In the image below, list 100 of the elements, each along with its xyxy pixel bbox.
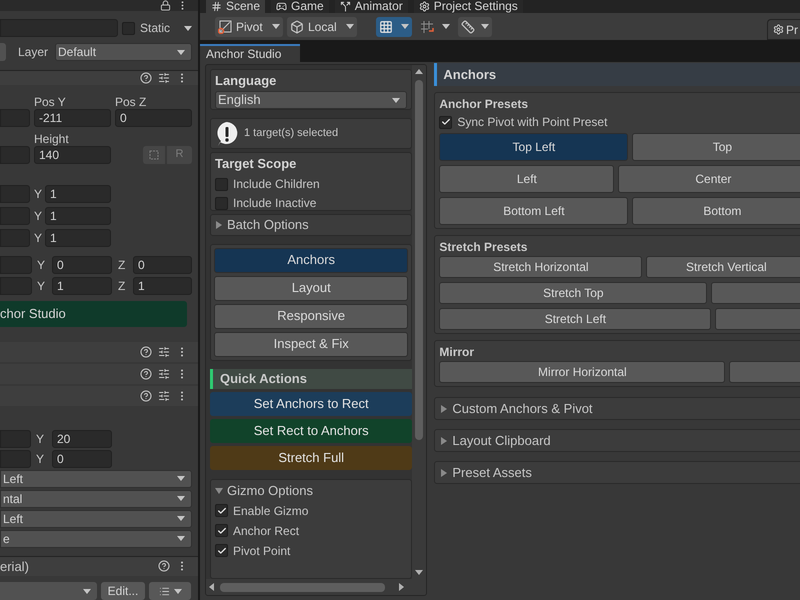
dropdown[interactable]: Left xyxy=(0,470,192,488)
batch-options-foldout[interactable]: Batch Options xyxy=(210,214,412,236)
number-field[interactable]: 0 xyxy=(115,108,192,126)
dropdown[interactable]: e xyxy=(0,530,192,548)
component-title: erial) xyxy=(0,558,29,576)
number-field[interactable]: 1 xyxy=(45,228,111,246)
pivot-icon xyxy=(218,20,232,34)
foldout-arrow-icon[interactable] xyxy=(440,468,448,476)
scroll-down-icon[interactable] xyxy=(415,570,424,575)
preset-button[interactable]: Bottom xyxy=(632,197,800,225)
axis-label: Y xyxy=(34,208,44,224)
foldout-header[interactable]: Layout Clipboard xyxy=(434,429,800,452)
sliders-icon[interactable] xyxy=(158,390,170,402)
inspector-tab[interactable]: Pr xyxy=(767,19,800,40)
editor-tab[interactable]: Project Settings xyxy=(414,0,523,13)
number-field[interactable]: 1 xyxy=(45,184,111,202)
help-icon[interactable] xyxy=(140,390,152,402)
scroll-up-icon[interactable] xyxy=(415,69,424,74)
checkbox-label: Enable Gizmo xyxy=(233,502,308,520)
component-header[interactable] xyxy=(0,364,198,384)
editor-tab[interactable]: Scene xyxy=(206,0,266,13)
number-field[interactable]: 1 xyxy=(133,277,192,295)
foldout-arrow-icon[interactable] xyxy=(215,486,223,494)
blueprint-mode-button[interactable] xyxy=(143,146,165,164)
anchor-studio-button[interactable]: chor Studio xyxy=(0,300,187,326)
nav-tab[interactable]: Anchors xyxy=(214,248,408,273)
number-field[interactable]: 0 xyxy=(133,256,192,274)
sliders-icon[interactable] xyxy=(158,346,170,358)
number-field[interactable]: 1 xyxy=(45,206,111,224)
section-title: Target Scope xyxy=(215,156,298,172)
checkbox[interactable] xyxy=(215,544,228,557)
horizontal-scrollbar[interactable] xyxy=(206,579,426,595)
foldout-header[interactable]: Preset Assets xyxy=(434,461,800,484)
static-checkbox[interactable] xyxy=(122,22,135,34)
scroll-right-icon[interactable] xyxy=(399,583,404,591)
foldout-arrow-icon[interactable] xyxy=(440,404,448,412)
help-icon[interactable] xyxy=(140,346,152,358)
preset-button[interactable]: Stretch Horizontal xyxy=(439,256,642,278)
nav-tab[interactable]: Responsive xyxy=(214,304,408,329)
scrollbar-thumb[interactable] xyxy=(220,582,385,592)
checkbox[interactable] xyxy=(215,524,228,537)
editor-tab[interactable]: Animator xyxy=(334,0,408,13)
foldout-arrow-icon[interactable] xyxy=(215,220,223,229)
number-field[interactable]: 0 xyxy=(52,256,112,274)
gizmo-options-foldout[interactable]: Gizmo Options xyxy=(215,482,408,498)
vertical-scrollbar[interactable] xyxy=(412,65,426,579)
number-field[interactable]: 140 xyxy=(34,146,111,164)
dropdown[interactable]: Left xyxy=(0,510,192,528)
help-icon[interactable] xyxy=(140,368,152,380)
check-icon xyxy=(440,117,451,127)
action-button[interactable]: Set Rect to Anchors xyxy=(210,418,412,442)
snap-grid-icon xyxy=(420,20,434,34)
help-icon[interactable] xyxy=(140,72,152,84)
preset-button[interactable]: Mirror Horizontal xyxy=(439,361,726,383)
lock-icon[interactable] xyxy=(160,0,171,11)
sliders-icon[interactable] xyxy=(158,368,170,380)
checkbox[interactable] xyxy=(215,178,228,191)
preset-button[interactable]: Bottom Left xyxy=(439,197,628,225)
preset-button[interactable]: Top Left xyxy=(439,133,628,161)
pivot-dropdown[interactable]: Pivot xyxy=(215,16,283,36)
space-dropdown[interactable]: Local xyxy=(287,16,357,36)
dropdown[interactable]: ntal xyxy=(0,490,192,508)
edit-button[interactable]: Edit... xyxy=(101,582,145,600)
preset-button[interactable]: Stretch Left xyxy=(439,308,712,330)
scrollbar-thumb[interactable] xyxy=(415,80,424,440)
increment-snap-button[interactable] xyxy=(458,16,492,36)
number-field[interactable]: 0 xyxy=(52,450,112,468)
preset-button[interactable]: Top xyxy=(632,133,800,161)
foldout-arrow-icon[interactable] xyxy=(440,436,448,444)
layer-dropdown[interactable]: Default xyxy=(55,43,192,61)
number-field[interactable]: 1 xyxy=(52,277,112,295)
checkbox[interactable] xyxy=(215,196,228,210)
editor-tab[interactable]: Game xyxy=(271,0,329,13)
window-tab[interactable]: Anchor Studio xyxy=(200,44,300,62)
component-header[interactable] xyxy=(0,342,198,362)
help-icon[interactable] xyxy=(158,560,170,572)
preset-button[interactable]: Stretch Vertical xyxy=(646,256,800,278)
scroll-left-icon[interactable] xyxy=(209,583,214,591)
component-header[interactable] xyxy=(0,70,198,84)
preset-button[interactable]: Left xyxy=(439,165,614,193)
nav-tab[interactable]: Inspect & Fix xyxy=(214,332,408,357)
grid-snap-button[interactable] xyxy=(376,16,412,36)
number-field[interactable]: -211 xyxy=(34,108,111,126)
language-dropdown[interactable]: English xyxy=(215,91,408,109)
number-field[interactable]: 20 xyxy=(52,430,112,448)
preset-button[interactable]: Stretch Top xyxy=(439,282,708,304)
list-menu-button[interactable] xyxy=(149,582,191,600)
component-header[interactable] xyxy=(0,386,198,406)
preset-button[interactable]: Center xyxy=(618,165,800,193)
checkbox[interactable] xyxy=(439,116,452,128)
sliders-icon[interactable] xyxy=(158,72,170,84)
action-button[interactable]: Set Anchors to Rect xyxy=(210,392,412,416)
section-title: Stretch Presets xyxy=(439,239,528,256)
nav-tab[interactable]: Layout xyxy=(214,276,408,301)
checkbox[interactable] xyxy=(215,504,228,517)
action-button[interactable]: Stretch Full xyxy=(210,446,412,470)
dropdown-caret-icon xyxy=(177,496,185,501)
field-label: Pos Y xyxy=(34,94,67,106)
section-title: Mirror xyxy=(439,344,476,361)
foldout-header[interactable]: Custom Anchors & Pivot xyxy=(434,397,800,420)
